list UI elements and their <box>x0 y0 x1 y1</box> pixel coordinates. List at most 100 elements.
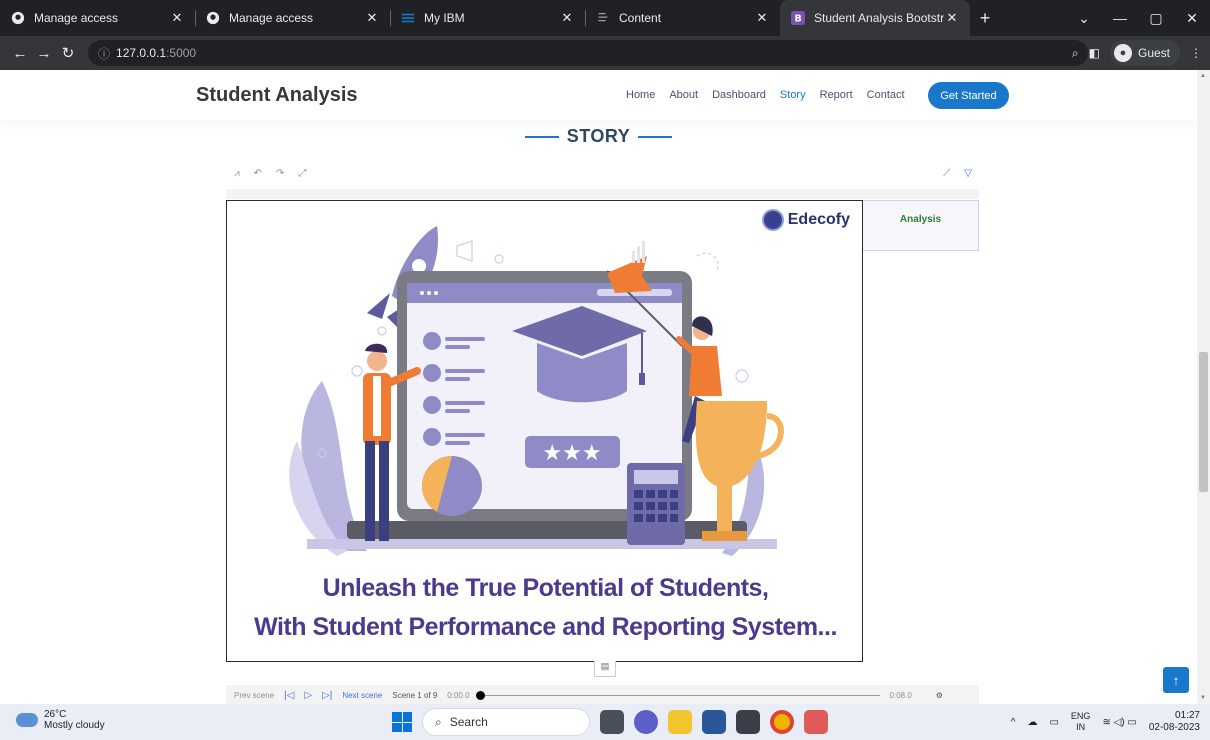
time-start: 0:00.0 <box>447 690 470 700</box>
skip-back-icon[interactable]: |◁ <box>284 690 294 701</box>
timeline-knob[interactable] <box>475 690 485 700</box>
play-icon[interactable]: ▷ <box>304 690 312 701</box>
settings-gear-icon[interactable]: ⚙ <box>936 691 943 700</box>
menu-kebab-icon[interactable]: ⋮ <box>1190 46 1202 60</box>
reload-icon[interactable]: ↻ <box>56 44 80 62</box>
chart-icon[interactable]: ⟋ <box>943 168 950 179</box>
url-input[interactable]: ⓘ 127.0.0.1:5000 <box>88 40 1088 66</box>
nav-story[interactable]: Story <box>780 89 806 101</box>
url-host: 127.0.0.1 <box>116 46 167 60</box>
tab-label: Manage access <box>34 11 119 25</box>
system-tray: ^ ☁ ▭ ENG IN ≋ ◁) ▭ 01:27 02-08-2023 <box>1011 710 1200 734</box>
profile-label: Guest <box>1137 46 1170 60</box>
tab-student-analysis[interactable]: B Student Analysis Bootstrap Temp ✕ <box>780 0 970 36</box>
meet-icon[interactable] <box>634 710 658 734</box>
back-to-top-button[interactable]: ↑ <box>1163 667 1189 693</box>
window-close-icon[interactable]: ✕ <box>1174 0 1210 36</box>
nav-report[interactable]: Report <box>820 89 853 101</box>
onedrive-icon[interactable]: ☁ <box>1027 717 1037 728</box>
word-icon[interactable] <box>702 710 726 734</box>
scroll-down-icon[interactable]: ▼ <box>1200 695 1206 701</box>
windows-start-icon[interactable] <box>392 712 412 732</box>
close-icon[interactable]: ✕ <box>559 10 575 26</box>
share-icon[interactable]: ⩘ <box>234 168 240 179</box>
site-nav: Home About Dashboard Story Report Contac… <box>626 89 905 101</box>
get-started-button[interactable]: Get Started <box>928 82 1009 109</box>
redo-icon[interactable]: ↷ <box>276 168 284 179</box>
page-scrollbar[interactable]: ▲ ▼ <box>1197 70 1210 704</box>
tab-my-ibm[interactable]: My IBM ✕ <box>390 0 585 36</box>
tab-label: My IBM <box>424 11 465 25</box>
back-icon[interactable]: ← <box>8 45 32 62</box>
svg-text:B: B <box>795 14 802 25</box>
scroll-thumb[interactable] <box>1199 352 1208 492</box>
title-rule <box>524 136 559 139</box>
weather-widget[interactable]: 26°C Mostly cloudy <box>16 709 105 731</box>
notes-icon[interactable]: ▤ <box>594 661 616 677</box>
avatar-icon: ● <box>1113 44 1132 62</box>
time-end: 0:08.0 <box>889 690 912 700</box>
temperature: 26°C <box>44 709 67 720</box>
site-brand[interactable]: Student Analysis <box>196 84 358 107</box>
nav-about[interactable]: About <box>669 89 698 101</box>
scene-illustration: ★★★ <box>289 226 784 556</box>
title-rule <box>638 136 673 139</box>
search-icon: ⌕ <box>435 714 442 729</box>
forward-icon[interactable]: → <box>32 45 56 62</box>
story-scene: Edecofy ★★★ Unleash the True Potential o… <box>226 200 863 662</box>
maximize-icon[interactable]: ▢ <box>1138 0 1174 36</box>
story-toolbar: ⩘ ↶ ↷ ⤢ ⟋ ▽ <box>228 166 978 186</box>
story-point-caption[interactable]: Analysis <box>863 200 979 251</box>
info-icon[interactable]: ⓘ <box>98 45 110 62</box>
skip-forward-icon[interactable]: ▷| <box>322 690 332 701</box>
taskbar-apps: ⌕ Search <box>392 708 828 736</box>
section-title-text: STORY <box>566 126 631 146</box>
story-headline-line2: With Student Performance and Reporting S… <box>254 613 837 641</box>
snipping-tool-icon[interactable] <box>804 710 828 734</box>
task-view-icon[interactable] <box>600 710 624 734</box>
nav-dashboard[interactable]: Dashboard <box>712 89 766 101</box>
wifi-volume-battery-icon[interactable]: ≋ ◁) ▭ <box>1102 717 1136 728</box>
story-headline-line1: Unleash the True Potential of Students, <box>322 574 769 602</box>
tab-label: Manage access <box>229 11 314 25</box>
lang-primary: ENG <box>1070 711 1091 721</box>
weather-text: Mostly cloudy <box>44 720 105 731</box>
caption-label: Analysis <box>899 214 942 225</box>
tab-manage-access-2[interactable]: Manage access ✕ <box>195 0 390 36</box>
profile-button[interactable]: ● Guest <box>1109 40 1180 66</box>
page-viewport: Student Analysis Home About Dashboard St… <box>0 70 1210 704</box>
tab-manage-access-1[interactable]: Manage access ✕ <box>0 0 195 36</box>
zoom-icon[interactable]: ⌕ <box>1072 46 1079 61</box>
close-icon[interactable]: ✕ <box>364 10 380 26</box>
filter-icon[interactable]: ▽ <box>964 168 972 179</box>
minimize-icon[interactable]: — <box>1102 0 1138 36</box>
site-header: Student Analysis Home About Dashboard St… <box>0 70 1197 120</box>
language-indicator[interactable]: ENG IN <box>1071 711 1091 733</box>
chrome-icon[interactable] <box>770 710 794 734</box>
os-taskbar: 26°C Mostly cloudy ⌕ Search ^ ☁ ▭ ENG IN… <box>0 704 1210 740</box>
tab-label: Student Analysis Bootstrap Temp <box>814 11 944 25</box>
tray-chevron-icon[interactable]: ^ <box>1011 717 1016 728</box>
fullscreen-icon[interactable]: ⤢ <box>298 168 306 179</box>
undo-icon[interactable]: ↶ <box>254 168 262 179</box>
next-scene-button[interactable]: Next scene <box>342 691 382 700</box>
taskbar-search[interactable]: ⌕ Search <box>422 708 590 736</box>
story-band <box>226 189 979 199</box>
close-icon[interactable]: ✕ <box>169 10 185 26</box>
scroll-up-icon[interactable]: ▲ <box>1200 73 1206 79</box>
prev-scene-button[interactable]: Prev scene <box>234 691 274 700</box>
tab-search-icon[interactable]: ⌄ <box>1066 0 1102 36</box>
nav-home[interactable]: Home <box>626 89 655 101</box>
store-icon[interactable] <box>736 710 760 734</box>
close-icon[interactable]: ✕ <box>754 10 770 26</box>
url-port: :5000 <box>166 46 197 60</box>
close-icon[interactable]: ✕ <box>944 10 960 26</box>
new-tab-button[interactable]: + <box>970 0 1000 36</box>
timeline-slider[interactable] <box>475 690 880 700</box>
side-panel-icon[interactable]: ◧ <box>1089 46 1100 60</box>
display-icon[interactable]: ▭ <box>1049 717 1058 728</box>
tab-content[interactable]: Content ✕ <box>585 0 780 36</box>
nav-contact[interactable]: Contact <box>867 89 905 101</box>
clock[interactable]: 01:27 02-08-2023 <box>1149 710 1200 734</box>
file-explorer-icon[interactable] <box>668 710 692 734</box>
